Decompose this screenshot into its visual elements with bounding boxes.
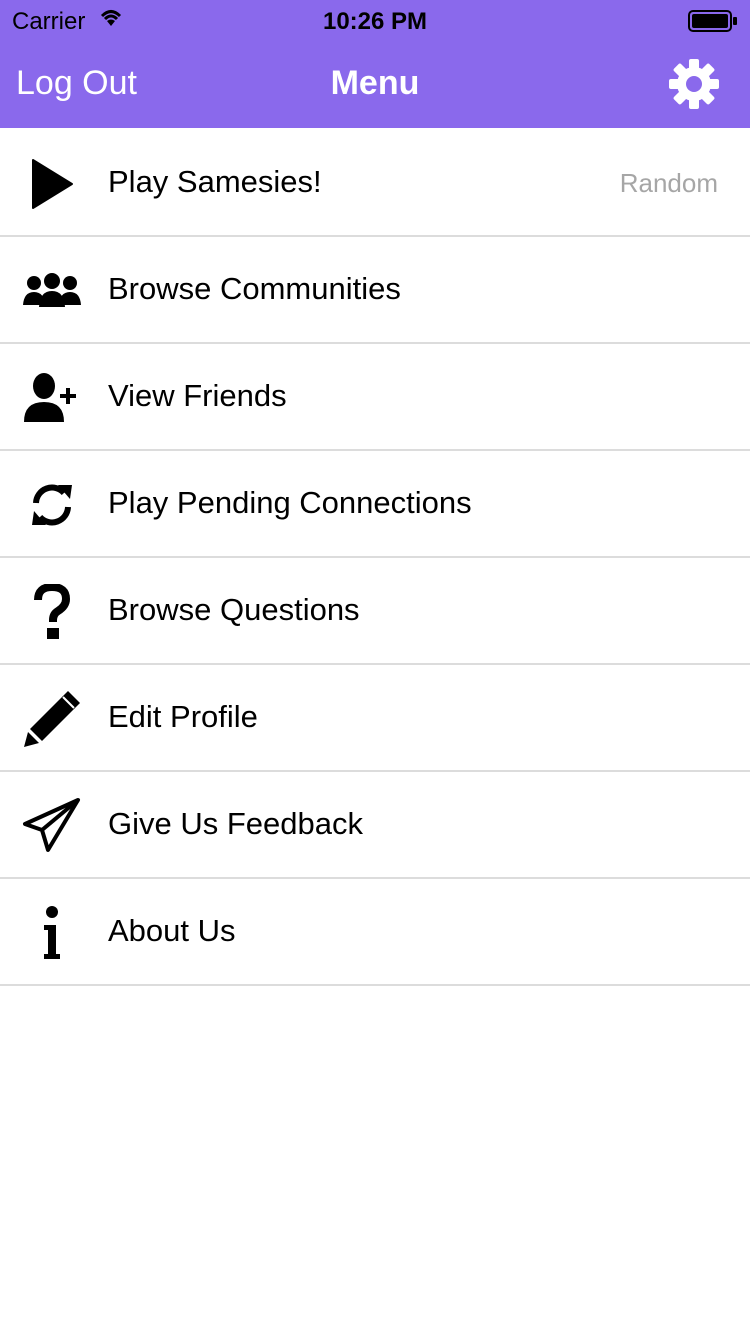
battery-icon [688, 10, 737, 32]
menu-item-label: Give Us Feedback [108, 806, 363, 841]
menu-item-label: About Us [108, 913, 236, 948]
top-bar: Carrier 10:26 PM Log Out Menu [0, 0, 750, 128]
paper-plane-icon [22, 796, 82, 856]
refresh-icon [22, 475, 82, 535]
menu-item-detail: Random [619, 168, 718, 198]
menu-item-label: Edit Profile [108, 699, 258, 734]
menu-item-play-samesies[interactable]: Play Samesies! Random [0, 130, 750, 237]
pencil-icon [22, 689, 82, 749]
play-icon [22, 154, 82, 214]
clock: 10:26 PM [322, 8, 428, 35]
menu-item-label: Browse Questions [108, 592, 360, 627]
gear-icon[interactable] [668, 58, 720, 110]
info-icon [22, 903, 82, 963]
menu-item-browse-questions[interactable]: Browse Questions [0, 558, 750, 665]
menu-item-label: Play Pending Connections [108, 485, 472, 520]
navigation-bar: Log Out Menu [0, 40, 750, 128]
question-icon [22, 582, 82, 642]
menu-list: Play Samesies! Random Browse Communities [0, 130, 750, 986]
group-icon [22, 261, 82, 321]
page-title: Menu [330, 64, 420, 102]
menu-item-play-pending-connections[interactable]: Play Pending Connections [0, 451, 750, 558]
status-bar: Carrier 10:26 PM [0, 0, 750, 40]
menu-item-edit-profile[interactable]: Edit Profile [0, 665, 750, 772]
menu-item-view-friends[interactable]: View Friends [0, 344, 750, 451]
menu-item-browse-communities[interactable]: Browse Communities [0, 237, 750, 344]
menu-item-give-feedback[interactable]: Give Us Feedback [0, 772, 750, 879]
menu-item-label: Browse Communities [108, 271, 401, 306]
menu-item-label: Play Samesies! [108, 164, 322, 199]
menu-item-label: View Friends [108, 378, 287, 413]
add-user-icon [22, 368, 82, 428]
menu-item-about-us[interactable]: About Us [0, 879, 750, 986]
